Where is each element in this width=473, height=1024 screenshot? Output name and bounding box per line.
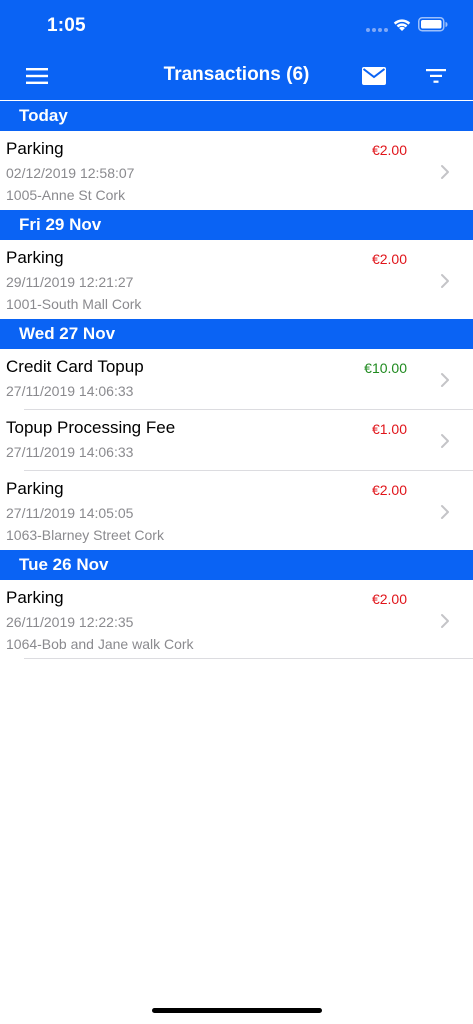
transaction-title: Topup Processing Fee xyxy=(6,418,176,437)
transaction-date: 26/11/2019 12:22:35 xyxy=(6,614,134,630)
status-bar: 1:05 xyxy=(0,0,473,52)
battery-icon xyxy=(418,17,448,32)
chevron-right-icon xyxy=(441,274,449,288)
transaction-amount: €2.00 xyxy=(371,251,407,267)
row-divider xyxy=(24,658,473,659)
transaction-row[interactable]: Parking 02/12/2019 12:58:07 1005-Anne St… xyxy=(0,131,473,210)
home-indicator[interactable] xyxy=(152,1008,322,1013)
transaction-row[interactable]: Credit Card Topup 27/11/2019 14:06:33 €1… xyxy=(0,349,473,410)
status-time: 1:05 xyxy=(47,15,86,36)
navigation-bar: Transactions (6) xyxy=(0,52,473,100)
transaction-location: 1063-Blarney Street Cork xyxy=(6,527,164,543)
filter-icon xyxy=(426,69,446,83)
section-header-today: Today xyxy=(0,101,473,131)
transaction-location: 1064-Bob and Jane walk Cork xyxy=(6,636,194,652)
transaction-row[interactable]: Parking 27/11/2019 14:05:05 1063-Blarney… xyxy=(0,471,473,550)
page-title: Transactions (6) xyxy=(163,64,310,85)
section-header-wed-27-nov: Wed 27 Nov xyxy=(0,319,473,349)
chevron-right-icon xyxy=(441,505,449,519)
transaction-location: 1005-Anne St Cork xyxy=(6,187,126,203)
mail-button[interactable] xyxy=(358,60,390,92)
envelope-icon xyxy=(362,67,386,85)
section-header-tue-26-nov: Tue 26 Nov xyxy=(0,550,473,580)
transaction-date: 27/11/2019 14:06:33 xyxy=(6,383,134,399)
chevron-right-icon xyxy=(441,373,449,387)
filter-button[interactable] xyxy=(420,60,452,92)
transaction-title: Credit Card Topup xyxy=(6,357,144,376)
transaction-row[interactable]: Parking 29/11/2019 12:21:27 1001-South M… xyxy=(0,240,473,319)
transaction-amount: €2.00 xyxy=(371,142,407,158)
transaction-date: 29/11/2019 12:21:27 xyxy=(6,274,134,290)
transaction-date: 27/11/2019 14:06:33 xyxy=(6,444,134,460)
transaction-amount: €2.00 xyxy=(371,482,407,498)
wifi-icon xyxy=(393,19,411,31)
transaction-title: Parking xyxy=(6,588,64,607)
transaction-date: 27/11/2019 14:05:05 xyxy=(6,505,134,521)
cellular-signal-icon xyxy=(366,28,388,32)
transaction-list[interactable]: Today Parking 02/12/2019 12:58:07 1005-A… xyxy=(0,101,473,659)
transaction-amount: €2.00 xyxy=(371,591,407,607)
transaction-row[interactable]: Parking 26/11/2019 12:22:35 1064-Bob and… xyxy=(0,580,473,659)
transaction-title: Parking xyxy=(6,139,64,158)
section-header-fri-29-nov: Fri 29 Nov xyxy=(0,210,473,240)
chevron-right-icon xyxy=(441,165,449,179)
transaction-amount: €1.00 xyxy=(371,421,407,437)
chevron-right-icon xyxy=(441,434,449,448)
transaction-title: Parking xyxy=(6,479,64,498)
transaction-title: Parking xyxy=(6,248,64,267)
transaction-date: 02/12/2019 12:58:07 xyxy=(6,165,135,181)
transaction-row[interactable]: Topup Processing Fee 27/11/2019 14:06:33… xyxy=(0,410,473,471)
transaction-amount: €10.00 xyxy=(364,360,407,376)
chevron-right-icon xyxy=(441,614,449,628)
transaction-location: 1001-South Mall Cork xyxy=(6,296,142,312)
